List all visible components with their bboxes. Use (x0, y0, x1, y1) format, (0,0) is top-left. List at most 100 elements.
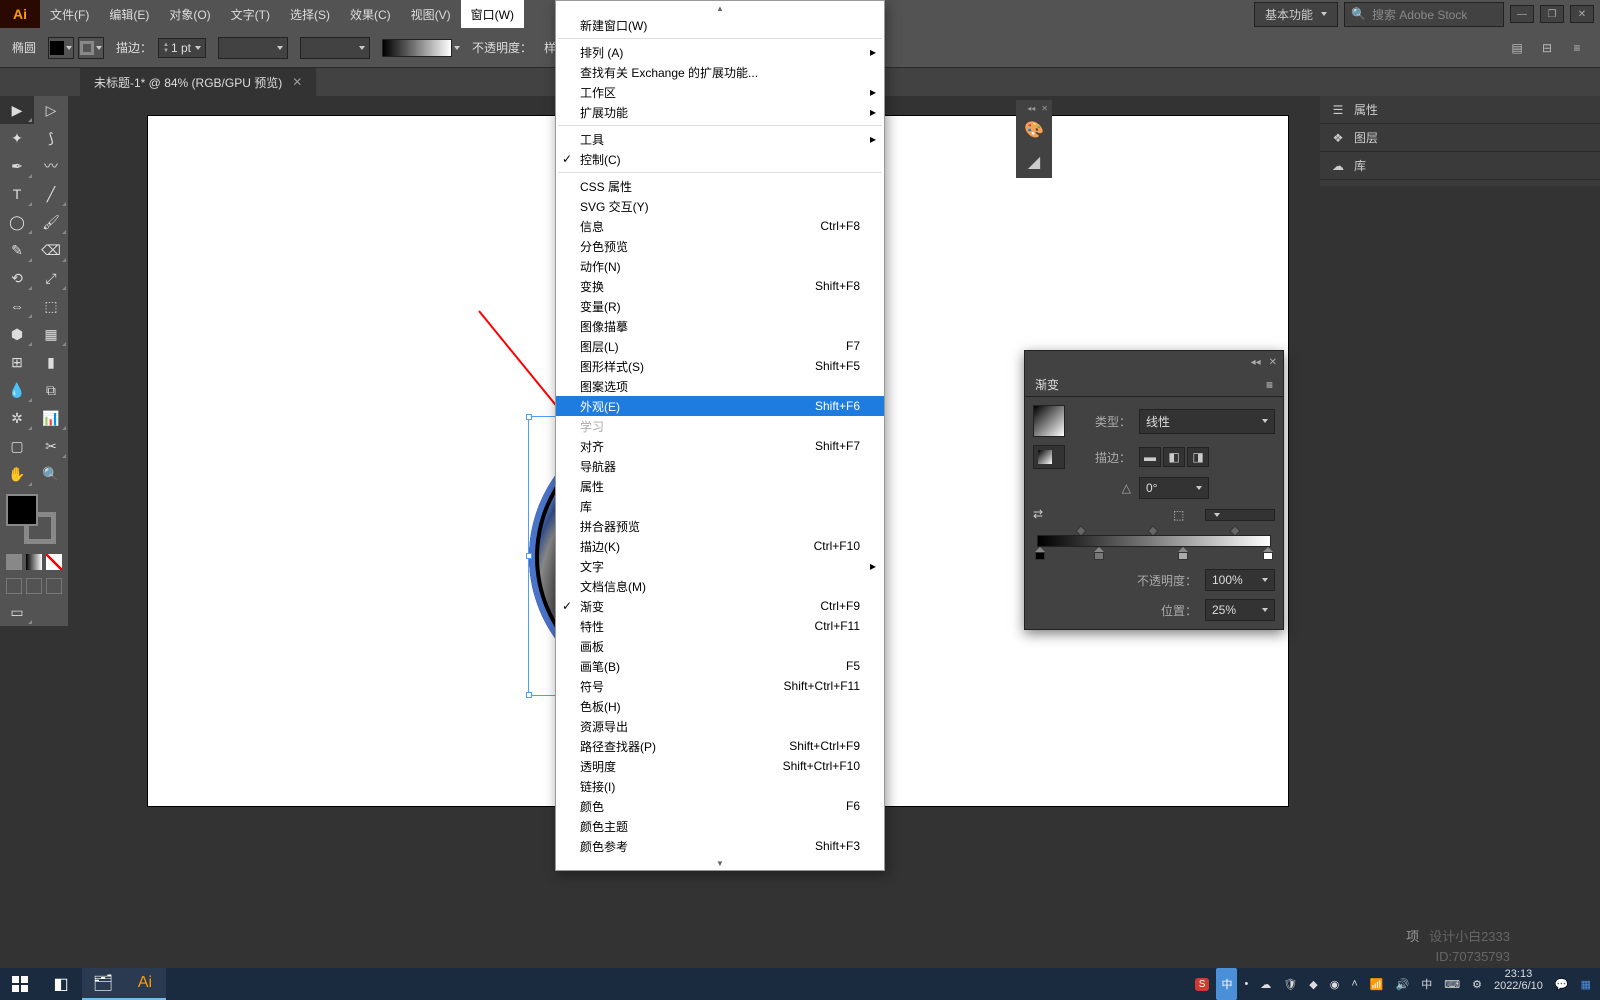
artboard-tool[interactable]: ▢ (0, 432, 34, 460)
menu-item[interactable]: 图像描摹 (556, 316, 884, 336)
menu-item[interactable]: ✓渐变Ctrl+F9 (556, 596, 884, 616)
menu-item[interactable]: 对齐Shift+F7 (556, 436, 884, 456)
menu-item[interactable]: 外观(E)Shift+F6 (556, 396, 884, 416)
menu-item[interactable]: 描边(K)Ctrl+F10 (556, 536, 884, 556)
menu-item[interactable]: 查找有关 Exchange 的扩展功能... (556, 62, 884, 82)
hand-tool[interactable]: ✋ (0, 460, 34, 488)
draw-behind-icon[interactable] (26, 578, 42, 594)
line-tool[interactable]: ╱ (34, 180, 68, 208)
menu-item[interactable]: 画笔(B)F5 (556, 656, 884, 676)
window-close[interactable]: ✕ (1570, 5, 1594, 23)
gradient-panel[interactable]: ◂◂✕ 渐变≡ 类型： 线性 描边： ▬◧◨ △ 0° ⇄ ⬚ (1024, 350, 1284, 630)
menu-window[interactable]: 窗口(W) (461, 0, 524, 28)
menu-item[interactable]: 资源导出 (556, 716, 884, 736)
screen-mode-tool[interactable]: ▭ (0, 598, 34, 626)
task-view-icon[interactable]: ◧ (40, 968, 82, 1000)
menu-item[interactable]: 排列 (A)▸ (556, 42, 884, 62)
menu-item[interactable]: CSS 属性 (556, 176, 884, 196)
gradient-type-select[interactable]: 线性 (1139, 409, 1275, 434)
selection-tool[interactable]: ▶ (0, 96, 34, 124)
tray-ime1[interactable]: 中 (1216, 968, 1237, 1000)
stop-opacity-input[interactable]: 100% (1205, 569, 1275, 591)
close-icon[interactable]: ✕ (292, 75, 302, 89)
menu-type[interactable]: 文字(T) (221, 0, 280, 28)
arrange-icon[interactable]: ▤ (1506, 37, 1528, 59)
tray-grid-icon[interactable]: ▦ (1576, 968, 1596, 1000)
pen-tool[interactable]: ✒ (0, 152, 34, 180)
menu-item[interactable]: SVG 交互(Y) (556, 196, 884, 216)
panel-close-icon[interactable]: ✕ (1269, 357, 1277, 368)
direct-selection-tool[interactable]: ▷ (34, 96, 68, 124)
menu-item[interactable]: 链接(I) (556, 776, 884, 796)
menu-item[interactable]: 拼合器预览 (556, 516, 884, 536)
menu-item[interactable]: 符号Shift+Ctrl+F11 (556, 676, 884, 696)
dock-collapse-icon[interactable]: ◂◂ (1027, 104, 1035, 114)
rotate-tool[interactable]: ⟲ (0, 264, 34, 292)
menu-item[interactable]: 导航器 (556, 456, 884, 476)
color-panel-icon[interactable]: 🎨 (1016, 114, 1052, 146)
brush-def[interactable] (300, 37, 370, 59)
width-tool[interactable]: ⇔ (0, 292, 34, 320)
menu-item[interactable]: 特性Ctrl+F11 (556, 616, 884, 636)
curvature-tool[interactable]: 〰 (34, 152, 68, 180)
window-minimize[interactable]: — (1510, 5, 1534, 23)
menu-item[interactable]: 透明度Shift+Ctrl+F10 (556, 756, 884, 776)
menu-item[interactable]: 工具▸ (556, 129, 884, 149)
tray-app1-icon[interactable]: ◆ (1304, 968, 1322, 1000)
taskbar-illustrator[interactable]: Ai (124, 968, 166, 1000)
draw-inside-icon[interactable] (46, 578, 62, 594)
none-mode-icon[interactable] (46, 554, 62, 570)
color-mode-icon[interactable] (6, 554, 22, 570)
workspace-switcher[interactable]: 基本功能 (1254, 2, 1338, 27)
align-icon[interactable]: ⊟ (1536, 37, 1558, 59)
menu-item[interactable]: 图层(L)F7 (556, 336, 884, 356)
menu-item[interactable]: 颜色F6 (556, 796, 884, 816)
menu-item[interactable]: 色板(H) (556, 696, 884, 716)
scroll-down-icon[interactable]: ▼ (556, 856, 884, 870)
menu-item[interactable]: 图形样式(S)Shift+F5 (556, 356, 884, 376)
symbol-sprayer-tool[interactable]: ✲ (0, 404, 34, 432)
menu-item[interactable]: 颜色主题 (556, 816, 884, 836)
aspect-icon[interactable]: ⬚ (1173, 508, 1197, 522)
tray-cloud-icon[interactable]: ☁ (1255, 968, 1276, 1000)
blend-tool[interactable]: ⧉ (34, 376, 68, 404)
graph-tool[interactable]: 📊 (34, 404, 68, 432)
ellipse-tool[interactable]: ◯ (0, 208, 34, 236)
tray-app2-icon[interactable]: ◉ (1325, 968, 1345, 1000)
gradient-slider[interactable] (1033, 531, 1275, 561)
brush-tool[interactable]: 🖌 (34, 208, 68, 236)
gradient-reverse-icon[interactable]: ⇄ (1033, 507, 1057, 523)
fill-swatch[interactable] (48, 37, 74, 59)
tray-keyboard-icon[interactable]: ⌨ (1439, 968, 1465, 1000)
more-icon[interactable]: ≡ (1566, 37, 1588, 59)
menu-item[interactable]: 路径查找器(P)Shift+Ctrl+F9 (556, 736, 884, 756)
shaper-tool[interactable]: ✎ (0, 236, 34, 264)
gradient-thumb[interactable] (1033, 405, 1065, 437)
eraser-tool[interactable]: ⌫ (34, 236, 68, 264)
menu-item[interactable]: 新建窗口(W) (556, 15, 884, 35)
gradient-angle-input[interactable]: 0° (1139, 477, 1209, 499)
adobe-stock-search[interactable]: 🔍 搜索 Adobe Stock (1344, 2, 1504, 27)
lasso-tool[interactable]: ⟆ (34, 124, 68, 152)
shape-builder-tool[interactable]: ⬢ (0, 320, 34, 348)
stroke-profile[interactable] (218, 37, 288, 59)
menu-item[interactable]: 文档信息(M) (556, 576, 884, 596)
type-tool[interactable]: T (0, 180, 34, 208)
draw-mode-icon[interactable] (6, 578, 22, 594)
menu-object[interactable]: 对象(O) (159, 0, 220, 28)
aspect-input[interactable] (1205, 509, 1275, 521)
perspective-tool[interactable]: ▦ (34, 320, 68, 348)
mesh-tool[interactable]: ⊞ (0, 348, 34, 376)
gradient-mode-icon[interactable] (26, 554, 42, 570)
fill-stroke-indicator[interactable] (0, 488, 68, 550)
menu-item[interactable]: 变量(R) (556, 296, 884, 316)
menu-item[interactable]: 图案选项 (556, 376, 884, 396)
menu-item[interactable]: 文字▸ (556, 556, 884, 576)
eyedropper-tool[interactable]: 💧 (0, 376, 34, 404)
tray-ime2[interactable]: 中 (1416, 968, 1437, 1000)
menu-effect[interactable]: 效果(C) (340, 0, 401, 28)
gradient-panel-tab[interactable]: 渐变≡ (1025, 373, 1283, 397)
menu-item[interactable]: 扩展功能▸ (556, 102, 884, 122)
menu-item[interactable]: ✓控制(C) (556, 149, 884, 169)
stroke-swatch[interactable] (78, 37, 104, 59)
